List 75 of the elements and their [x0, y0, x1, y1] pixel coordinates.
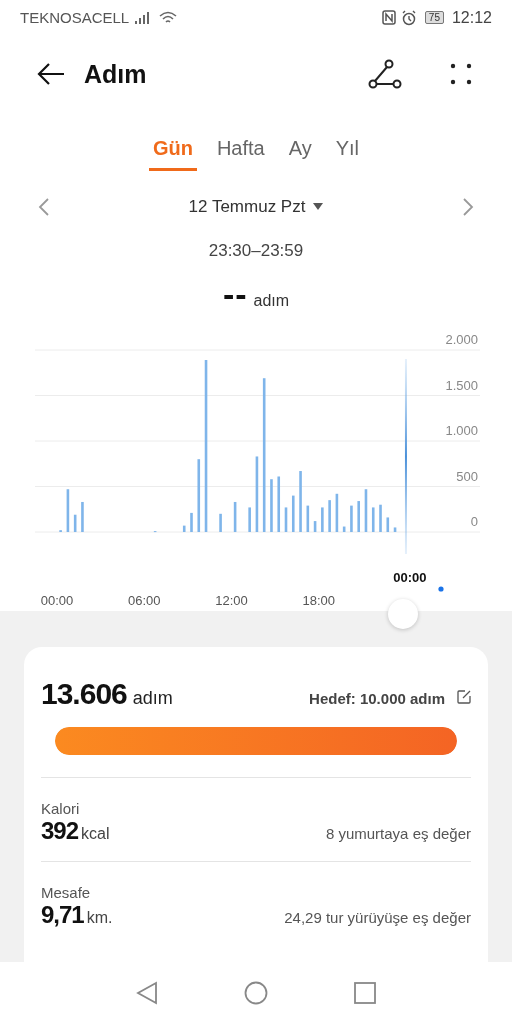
step-bar: [371, 507, 375, 532]
step-unit: adım: [132, 688, 173, 709]
back-nav-icon[interactable]: [136, 981, 158, 1005]
step-bar: [299, 471, 302, 532]
step-bar: [248, 507, 251, 532]
metric-value: 9,71: [41, 901, 84, 929]
step-bar: [335, 493, 339, 532]
y-axis-label: 2.000: [445, 332, 478, 347]
metric-note: 24,29 tur yürüyüşe eş değer: [284, 909, 471, 926]
date-selector[interactable]: 12 Temmuz Pzt: [188, 197, 306, 217]
step-bar: [190, 512, 193, 532]
step-bar: [342, 526, 346, 532]
more-options-icon[interactable]: [450, 63, 472, 85]
dropdown-caret-icon[interactable]: [313, 203, 324, 211]
step-bar: [270, 479, 273, 532]
time-range: 23:30–23:59: [207, 240, 305, 262]
current-unit: adım: [253, 292, 290, 310]
step-bar: [364, 489, 368, 532]
step-bar: [321, 507, 324, 532]
carrier-name: TEKNOSACELL: [20, 9, 130, 26]
step-bar: [357, 501, 360, 532]
page-title: Adım: [84, 59, 147, 89]
step-bar: [81, 501, 84, 532]
step-bar: [313, 521, 317, 532]
cursor-time-label: 00:00: [393, 570, 427, 585]
cursor-line[interactable]: [404, 359, 407, 554]
step-bar: [233, 501, 237, 532]
step-bar: [328, 500, 331, 532]
step-bar: [284, 507, 288, 532]
metric-label: Mesafe: [41, 884, 92, 901]
step-bar: [386, 517, 390, 532]
step-bar: [277, 476, 281, 532]
battery-indicator: 75: [424, 11, 444, 24]
x-axis-label: 12:00: [215, 593, 248, 608]
back-arrow-icon[interactable]: [36, 62, 66, 86]
goal-text: Hedef: 10.000 adım: [309, 690, 445, 707]
step-bar: [292, 495, 295, 532]
x-axis-label: 00:00: [40, 593, 74, 608]
current-value: --: [222, 275, 248, 314]
current-dot: [438, 586, 444, 592]
share-icon[interactable]: [368, 59, 402, 89]
y-axis-label: 1.000: [445, 423, 478, 438]
slider-handle[interactable]: [388, 599, 418, 629]
metric-label: Kalori: [41, 800, 81, 817]
step-bar: [73, 514, 77, 532]
x-axis-label: 18:00: [302, 593, 335, 608]
y-axis-label: 1.500: [445, 377, 478, 393]
previous-icon[interactable]: [38, 197, 50, 217]
period-tab[interactable]: Yıl: [331, 127, 364, 171]
alarm-icon: [400, 9, 417, 26]
edit-icon[interactable]: [457, 690, 471, 704]
recents-nav-icon[interactable]: [354, 982, 376, 1004]
period-tab[interactable]: Gün: [148, 127, 197, 171]
step-bar: [219, 513, 222, 532]
x-axis-label: 06:00: [127, 593, 161, 608]
nfc-icon: [381, 10, 396, 25]
metric-unit: kcal: [81, 825, 110, 843]
next-icon[interactable]: [462, 197, 474, 217]
step-bar: [379, 504, 382, 532]
step-total: 13.606: [41, 677, 127, 711]
period-tab[interactable]: Hafta: [212, 127, 269, 171]
step-bar: [182, 525, 186, 532]
wifi-icon: [159, 10, 178, 25]
step-bar: [66, 489, 70, 532]
metric-value: 392: [41, 817, 79, 845]
y-axis-label: 500: [456, 468, 478, 484]
step-bar: [306, 505, 310, 532]
clock-time: 12:12: [451, 8, 492, 27]
home-nav-icon[interactable]: [244, 981, 268, 1005]
metric-note: 8 yumurtaya eş değer: [325, 825, 471, 842]
step-bar: [393, 527, 397, 532]
step-bar: [350, 505, 353, 532]
metric-unit: km.: [86, 909, 113, 927]
period-tab[interactable]: Ay: [284, 127, 316, 171]
y-axis-label: 0: [470, 514, 478, 529]
